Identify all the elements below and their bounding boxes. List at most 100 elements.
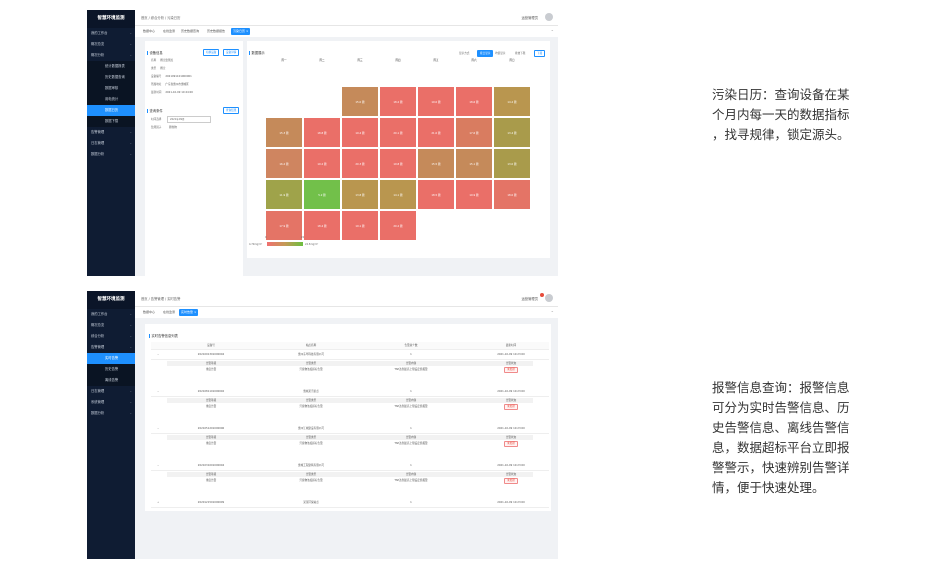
calendar-day-cell[interactable]: 17.9 颗 — [265, 210, 303, 241]
device-field-key: 所属地址 — [151, 83, 162, 86]
calendar-day-cell[interactable]: 20.3 颗 — [341, 148, 379, 179]
tab-realtime-alarm[interactable]: 实时告警 × — [179, 309, 199, 316]
tab-data-center[interactable]: 数据中心 — [141, 28, 157, 35]
tab-pollution-calendar[interactable]: 污染日历 × — [231, 28, 251, 35]
download-button[interactable]: 下载 — [534, 50, 546, 57]
sub-cell: 污染物浓度超标告警 — [299, 405, 323, 408]
status-badge[interactable]: 未处理 — [471, 404, 551, 410]
cell-site: 惠城某污染点 — [303, 390, 319, 393]
device-field-key: 设备编号 — [151, 75, 162, 78]
sidebar-item[interactable]: 我的工作台 ⌄ — [87, 28, 135, 39]
sidebar-item[interactable]: 概况分析 ⌄ — [87, 50, 135, 61]
sidebar-item[interactable]: 告警管理 ⌄ — [87, 127, 135, 138]
chevron-down-icon: ⌄ — [129, 53, 132, 57]
collapse-icon[interactable]: − — [157, 462, 159, 470]
sidebar-item[interactable]: 日志管理 ⌄ — [87, 138, 135, 149]
tab-history-query[interactable]: 历史数据查询 — [179, 28, 201, 35]
calendar-day-cell[interactable]: 19.2 颗 — [303, 148, 341, 179]
sidebar-item[interactable]: 告警管理 ⌄ — [87, 342, 135, 353]
sub-cell: 污染物浓度超标告警 — [299, 368, 323, 371]
switch-device-button[interactable]: 切换设备 — [203, 49, 220, 56]
table-row[interactable]: − 2021031001000004 惠城工程建筑有限公司 1 2021-10-09 1… — [151, 462, 549, 471]
calendar-day-cell[interactable]: 16.2 颗 — [265, 148, 303, 179]
sidebar-item[interactable]: 历史告警 — [87, 364, 135, 375]
calendar-day-cell[interactable]: 14.2 颗 — [493, 86, 531, 117]
calendar-day-cell[interactable]: 15.3 颗 — [265, 117, 303, 148]
calendar-day-cell[interactable]: 15.1 颗 — [455, 148, 493, 179]
tab-online[interactable]: 在线监测 — [161, 309, 177, 316]
tab-online[interactable]: 在线监测 — [161, 28, 177, 35]
collapse-icon[interactable]: − — [157, 351, 159, 359]
tab-data-center[interactable]: 数据中心 — [141, 309, 157, 316]
sidebar-item[interactable]: 数据日历 — [87, 105, 135, 116]
calendar-day-cell[interactable]: 21.0 颗 — [417, 117, 455, 148]
sub-cell: 污染物浓度超标告警 — [299, 442, 323, 445]
chevron-down-icon[interactable]: ⌄ — [551, 27, 554, 32]
chevron-down-icon[interactable]: ⌄ — [551, 308, 554, 313]
sidebar-item[interactable]: 用电统计 — [87, 94, 135, 105]
mode-average-button[interactable]: 均值显示 — [495, 51, 505, 55]
sidebar-item[interactable]: 统计数据报表 — [87, 61, 135, 72]
table-row[interactable]: − 2021091301000004 惠州东华科技有限公司 1 2021-10-09 1… — [151, 351, 549, 360]
sidebar-item-label: 综合分析 — [91, 334, 105, 338]
calendar-day-cell[interactable]: 18.6 颗 — [455, 86, 493, 117]
sidebar-item[interactable]: 历史数据查询 — [87, 72, 135, 83]
factor-value[interactable]: 颗粒物 — [169, 125, 177, 129]
sidebar-item[interactable]: 概况总览 ⌄ — [87, 320, 135, 331]
collapse-icon[interactable]: − — [157, 425, 159, 433]
calendar-day-cell[interactable]: 20.2 颗 — [379, 210, 417, 241]
status-badge[interactable]: 未处理 — [471, 478, 551, 484]
sidebar-item[interactable]: 日志管理 ⌄ — [87, 386, 135, 397]
device-detail-button[interactable]: 设备详情 — [223, 49, 240, 56]
query-button[interactable]: 查询结果 — [223, 107, 240, 114]
calendar-day-cell[interactable]: 18.0 颗 — [493, 179, 531, 210]
limit-label[interactable]: 排放下限 — [515, 51, 525, 55]
sidebar-item[interactable]: 我的工作台 ⌄ — [87, 309, 135, 320]
calendar-day-cell[interactable]: 18.4 颗 — [303, 210, 341, 241]
calendar-day-cell[interactable]: 20.1 颗 — [379, 117, 417, 148]
calendar-day-cell[interactable]: 18.2 颗 — [379, 86, 417, 117]
collapse-icon[interactable]: − — [157, 388, 159, 396]
month-picker[interactable]: 2021年09月 — [167, 116, 211, 123]
calendar-day-cell[interactable]: 19.4 颗 — [341, 117, 379, 148]
user-name[interactable]: 运营管理员 — [522, 296, 538, 301]
calendar-day-cell[interactable]: 15.5 颗 — [417, 148, 455, 179]
table-row[interactable]: − 2021051201000006 惠州江城建设有限公司 1 2021-10-09 1… — [151, 425, 549, 434]
sidebar-item[interactable]: 实时告警 — [87, 353, 135, 364]
calendar-day-cell[interactable]: 13.0 颗 — [493, 148, 531, 179]
status-badge[interactable]: 未处理 — [471, 367, 551, 373]
sidebar-item[interactable]: 概况总览 ⌄ — [87, 39, 135, 50]
calendar-day-cell[interactable]: 19.9 颗 — [455, 179, 493, 210]
user-name[interactable]: 运营管理员 — [522, 15, 538, 20]
calendar-day-cell[interactable]: 5.2 颗 — [303, 179, 341, 210]
calendar-day-cell[interactable]: 19.0 颗 — [417, 86, 455, 117]
calendar-day-cell[interactable]: 14.1 颗 — [379, 179, 417, 210]
calendar-day-cell[interactable]: 18.8 颗 — [303, 117, 341, 148]
sidebar-item[interactable]: 离线告警 — [87, 375, 135, 386]
status-badge[interactable]: 未处理 — [471, 441, 551, 447]
cell-count: 1 — [410, 464, 412, 467]
table-row[interactable]: +2020121501000009 某某环保站点 1 2021-10-09 10:23… — [151, 499, 549, 508]
tab-history-report[interactable]: 历史数据报告 — [205, 28, 227, 35]
table-row[interactable]: − 2021081101000002 惠城某污染点 1 2021-10-09 10:23… — [151, 388, 549, 397]
calendar-day-cell[interactable]: 15.0 颗 — [341, 86, 379, 117]
sidebar-item[interactable]: 数据分析 ⌄ — [87, 149, 135, 160]
avatar[interactable] — [545, 13, 553, 21]
calendar-day-cell[interactable]: 19.1 颗 — [341, 210, 379, 241]
calendar-day-cell[interactable]: 17.6 颗 — [455, 117, 493, 148]
expand-icon[interactable]: + — [157, 499, 159, 507]
sidebar-item[interactable]: 综合分析 ⌄ — [87, 331, 135, 342]
calendar-day-cell[interactable]: 13.8 颗 — [341, 179, 379, 210]
cell-time: 2021-10-09 10:23:00 — [497, 464, 525, 467]
sidebar-item[interactable]: 数据下载 — [87, 116, 135, 127]
mode-daily-button[interactable]: 按日显示 — [477, 50, 494, 57]
sidebar-item[interactable]: 系统管理 ⌄ — [87, 397, 135, 408]
chevron-down-icon: ⌄ — [129, 130, 132, 134]
calendar-day-cell[interactable]: 19.8 颗 — [379, 148, 417, 179]
calendar-day-cell[interactable]: 18.5 颗 — [417, 179, 455, 210]
sidebar-item[interactable]: 数据分析 ⌄ — [87, 408, 135, 419]
avatar[interactable] — [545, 294, 553, 302]
calendar-day-cell[interactable]: 11.9 颗 — [265, 179, 303, 210]
calendar-day-cell[interactable]: 13.4 颗 — [493, 117, 531, 148]
sidebar-item[interactable]: 数据审核 — [87, 83, 135, 94]
